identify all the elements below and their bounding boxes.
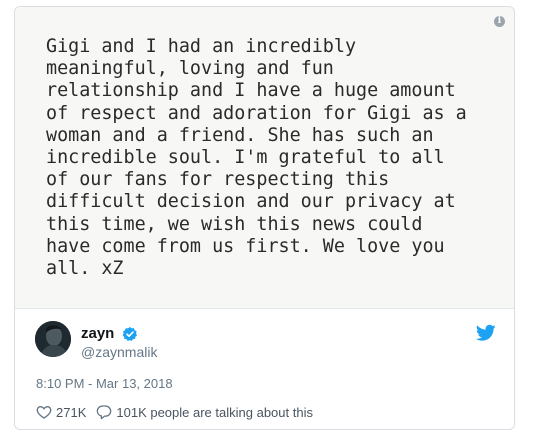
statement-text: Gigi and I had an incredibly meaningful,… xyxy=(46,36,467,280)
comment-bubble-icon[interactable] xyxy=(96,404,112,420)
like-count: 271K xyxy=(56,404,87,420)
avatar[interactable] xyxy=(35,321,71,357)
talking-count: 101K people are talking about this xyxy=(116,404,313,420)
tweet-actions: 271K 101K people are talking about this xyxy=(36,403,313,421)
author-display-name[interactable]: zayn xyxy=(81,325,114,342)
author-handle[interactable]: @zaynmalik xyxy=(81,344,157,360)
embedded-tweet-card[interactable]: Gigi and I had an incredibly meaningful,… xyxy=(14,6,515,430)
like-action[interactable]: 271K xyxy=(36,404,86,420)
verified-badge-icon xyxy=(122,327,138,341)
conversation-action[interactable]: 101K people are talking about this xyxy=(96,404,313,420)
notes-screenshot-image[interactable]: Gigi and I had an incredibly meaningful,… xyxy=(15,7,514,309)
heart-icon[interactable] xyxy=(36,404,52,420)
tweet-timestamp[interactable]: 8:10 PM - Mar 13, 2018 xyxy=(36,376,173,391)
twitter-bird-icon[interactable] xyxy=(476,324,496,342)
info-icon[interactable]: i xyxy=(494,16,505,27)
